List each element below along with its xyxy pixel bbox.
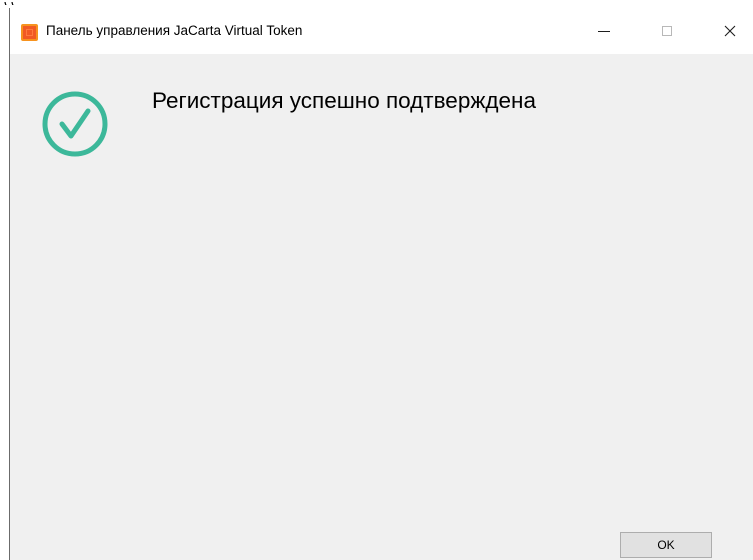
app-icon	[21, 24, 38, 41]
maximize-icon	[662, 26, 672, 36]
maximize-button[interactable]	[644, 8, 690, 54]
window-title: Панель управления JaCarta Virtual Token	[46, 23, 303, 38]
top-strip	[0, 0, 753, 8]
dialog-window: Панель управления JaCarta Virtual Token …	[9, 8, 753, 560]
close-button[interactable]	[707, 8, 753, 54]
title-bar[interactable]: Панель управления JaCarta Virtual Token	[10, 8, 753, 54]
minimize-button[interactable]	[581, 8, 627, 54]
check-circle-icon	[42, 91, 108, 157]
dialog-content: Регистрация успешно подтверждена OK	[10, 54, 753, 560]
minimize-icon	[598, 30, 610, 32]
partial-glyph-icon	[3, 0, 33, 5]
status-message: Регистрация успешно подтверждена	[152, 88, 536, 113]
ok-button[interactable]: OK	[620, 532, 712, 558]
close-icon	[724, 25, 736, 37]
